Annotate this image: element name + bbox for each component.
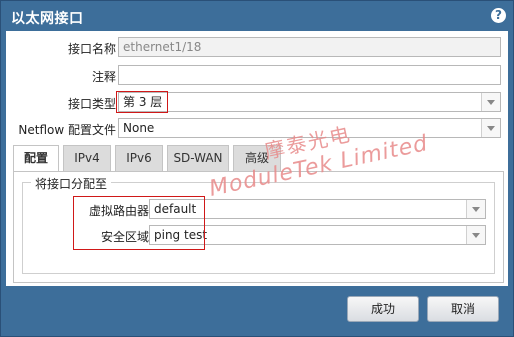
- chevron-down-icon[interactable]: [466, 200, 485, 218]
- virtual-router-label: 虚拟路由器: [88, 204, 149, 218]
- security-zone-row: 安全区域 ping test: [23, 225, 494, 245]
- assign-interface-legend: 将接口分配至: [31, 175, 112, 192]
- interface-type-label: 接口类型: [67, 97, 116, 111]
- interface-type-value: 第 3 层: [123, 95, 163, 109]
- assign-interface-group: 将接口分配至 虚拟路由器 default 安全区域 ping test: [22, 175, 495, 274]
- interface-name-field: ethernet1/18: [118, 37, 501, 57]
- chevron-down-icon[interactable]: [481, 119, 500, 137]
- chevron-down-icon[interactable]: [466, 226, 485, 244]
- netflow-select[interactable]: None: [118, 118, 501, 138]
- interface-type-select[interactable]: 第 3 层: [118, 92, 501, 112]
- netflow-label: Netflow 配置文件: [18, 123, 116, 137]
- virtual-router-select[interactable]: default: [149, 199, 486, 219]
- comment-row: 注释: [6, 65, 508, 85]
- tab-advanced[interactable]: 高级: [233, 145, 281, 171]
- tab-ipv4[interactable]: IPv4: [63, 145, 111, 171]
- ok-button[interactable]: 成功: [347, 296, 419, 322]
- comment-input[interactable]: [118, 65, 501, 85]
- dialog-titlebar: 以太网接口 ?: [1, 1, 513, 31]
- interface-name-row: 接口名称 ethernet1/18: [6, 37, 508, 57]
- netflow-value: None: [123, 121, 155, 135]
- security-zone-value: ping test: [154, 228, 208, 242]
- dialog-title: 以太网接口: [11, 11, 84, 27]
- security-zone-select[interactable]: ping test: [149, 225, 486, 245]
- cancel-button[interactable]: 取消: [427, 296, 499, 322]
- tab-config[interactable]: 配置: [13, 145, 59, 172]
- dialog-content: 接口名称 ethernet1/18 注释 接口类型 第 3 层 Netflow …: [6, 31, 508, 286]
- tab-ipv6[interactable]: IPv6: [115, 145, 163, 171]
- security-zone-label: 安全区域: [100, 230, 149, 244]
- virtual-router-value: default: [154, 202, 197, 216]
- help-icon[interactable]: ?: [491, 8, 506, 23]
- interface-type-row: 接口类型 第 3 层: [6, 91, 508, 113]
- chevron-down-icon[interactable]: [481, 93, 500, 111]
- comment-label: 注释: [91, 70, 116, 84]
- ethernet-interface-dialog: 以太网接口 ? 接口名称 ethernet1/18 注释 接口类型 第 3 层 …: [0, 0, 514, 337]
- virtual-router-row: 虚拟路由器 default: [23, 199, 494, 219]
- interface-name-label: 接口名称: [67, 42, 116, 56]
- config-tab-panel: 将接口分配至 虚拟路由器 default 安全区域 ping test: [13, 171, 504, 283]
- netflow-row: Netflow 配置文件 None: [6, 118, 508, 138]
- tab-sdwan[interactable]: SD-WAN: [167, 145, 229, 171]
